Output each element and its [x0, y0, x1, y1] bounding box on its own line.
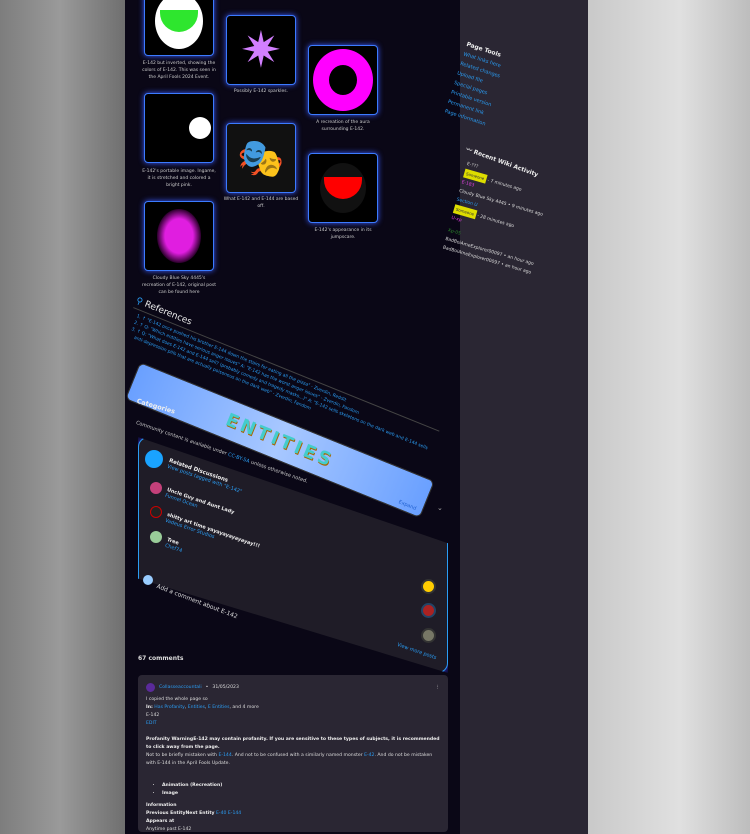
gallery-caption: Possibly E-142 sparkles.	[233, 89, 289, 94]
post-image-thumb[interactable]	[421, 579, 436, 594]
avatar	[146, 683, 155, 692]
gallery-image-aura[interactable]	[308, 45, 378, 115]
comment-date: 31/05/2023	[212, 684, 239, 690]
discussions-avatar	[145, 450, 163, 468]
user-avatar	[143, 575, 153, 585]
comment-card: Collasseaccountali • 31/05/2023 ⋮ I copied…	[138, 675, 448, 832]
gallery-caption: What E-142 and E-144 are based off.	[223, 197, 299, 209]
gallery-image-recreation[interactable]	[144, 201, 214, 271]
edit-link[interactable]: EDIT	[146, 721, 157, 726]
gallery-caption: A recreation of the aura surrounding E-1…	[316, 120, 370, 132]
chevron-down-icon[interactable]: ⌄	[437, 504, 443, 512]
post-image-thumb[interactable]	[421, 628, 436, 643]
activity-icon: 〰	[464, 145, 473, 155]
gallery-caption: Cloudy Blue Sky 4445's recreation of E-1…	[142, 276, 216, 295]
post-avatar	[150, 506, 162, 518]
gallery-caption: E-142's appearance in its jumpscare.	[314, 228, 372, 240]
gallery-image-portable[interactable]	[144, 93, 214, 163]
gallery-image-masks[interactable]: 🎭	[226, 123, 296, 193]
post-avatar	[150, 531, 162, 543]
expand-link[interactable]: Expand	[398, 499, 418, 512]
gallery-image-jumpscare[interactable]	[308, 153, 378, 223]
post-avatar	[150, 482, 162, 494]
comment-author[interactable]: Collasseaccountali	[159, 684, 202, 692]
gallery-image-sparkle[interactable]: ✷	[226, 15, 296, 85]
comment-categories: In: Has Profanity, Entities, E Entities,…	[146, 705, 259, 710]
gallery-caption: E-142's portable image. Ingame, it is st…	[142, 169, 216, 188]
comment-text: I copied the whole page so	[146, 697, 208, 702]
gallery-caption: E-142 but inverted, showing the colors o…	[142, 61, 216, 80]
gallery-image-inverted[interactable]	[144, 0, 214, 56]
more-options-icon[interactable]: ⋮	[435, 684, 440, 692]
post-image-thumb[interactable]	[421, 603, 436, 618]
comments-count: 67 comments	[138, 655, 184, 662]
